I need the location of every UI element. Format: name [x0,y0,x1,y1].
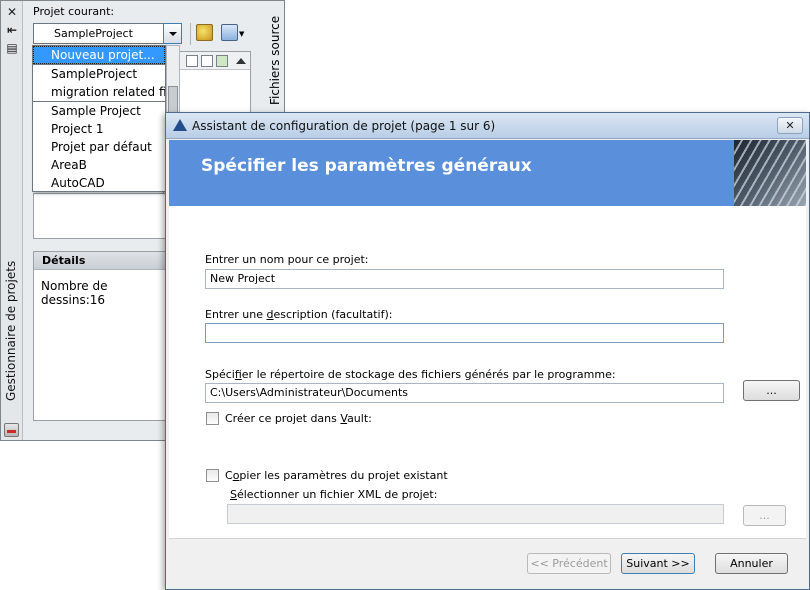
wizard-banner: Spécifier les paramètres généraux [169,140,806,206]
banner-image [734,140,806,206]
tree-area [33,193,166,239]
cancel-button[interactable]: Annuler [715,553,788,574]
app-icon [173,119,187,131]
vault-checkbox[interactable] [206,412,219,425]
palette-title: Gestionnaire de projets [4,260,18,401]
list-item[interactable]: Projet par défaut [33,138,165,156]
previous-button[interactable]: << Précédent [527,553,611,574]
list-item[interactable]: Sample Project [33,102,165,120]
new-folder-icon[interactable] [186,55,198,67]
vault-label: Créer ce projet dans Vault: [225,412,372,425]
palette-title-strip: ✕ ⇤ ▤ Gestionnaire de projets [1,1,23,440]
details-heading: Détails [34,252,165,270]
dialog-titlebar[interactable]: Assistant de configuration de projet (pa… [166,113,809,139]
browse-xml-button[interactable]: ... [743,505,786,526]
current-project-label: Projet courant: [33,5,115,18]
xml-file-input[interactable] [227,504,724,524]
project-dropdown-list: Nouveau projet... SampleProject migratio… [32,45,166,192]
wizard-body: Entrer un nom pour ce projet: New Projec… [169,206,806,538]
project-setup-wizard: Assistant de configuration de projet (pa… [165,112,810,590]
chevron-down-icon[interactable] [163,23,182,44]
source-files-tab[interactable]: Fichiers source [268,16,282,105]
project-name-label: Entrer un nom pour ce projet: [205,253,369,266]
close-icon[interactable]: ✕ [5,5,19,19]
xml-file-label: Sélectionner un fichier XML de projet: [230,488,438,501]
next-button[interactable]: Suivant >> [621,553,695,574]
list-item[interactable]: SampleProject [33,65,165,83]
project-settings-icon[interactable] [196,24,213,41]
copy-settings-label: Copier les paramètres du projet existant [225,469,448,482]
current-project-select[interactable]: SampleProject [33,23,182,44]
list-item[interactable]: AreaB [33,156,165,174]
add-file-icon[interactable] [201,55,213,67]
toolbar-separator [190,23,191,45]
copy-settings-checkbox[interactable] [206,469,219,482]
directory-label: Spécifier le répertoire de stockage des … [205,368,616,381]
dropdown-arrow-icon[interactable]: ▼ [239,30,244,38]
list-item[interactable]: AutoCAD [33,174,165,192]
banner-title: Spécifier les paramètres généraux [201,156,532,176]
list-item[interactable]: Nouveau projet... [33,46,165,64]
manager-icon[interactable] [4,423,19,437]
project-name-input[interactable]: New Project [205,269,724,289]
properties-icon[interactable]: ▤ [5,41,19,55]
scroll-up-icon[interactable] [236,58,246,64]
description-label: Entrer une description (facultatif): [205,308,393,321]
list-item[interactable]: migration related files [33,83,165,101]
dialog-title: Assistant de configuration de projet (pa… [192,119,496,133]
pin-icon[interactable]: ⇤ [5,23,19,37]
refresh-icon[interactable] [216,55,228,67]
wizard-footer: << Précédent Suivant >> Annuler [169,538,806,587]
list-item[interactable]: Project 1 [33,120,165,138]
close-button[interactable]: ✕ [777,117,803,134]
directory-input[interactable]: C:\Users\Administrateur\Documents [205,383,724,403]
details-panel: Détails Nombre de dessins:16 [33,251,166,421]
copy-settings-icon[interactable] [221,24,238,41]
description-input[interactable] [205,323,724,343]
drawing-count: Nombre de dessins:16 [41,279,108,307]
browse-directory-button[interactable]: ... [743,380,800,401]
